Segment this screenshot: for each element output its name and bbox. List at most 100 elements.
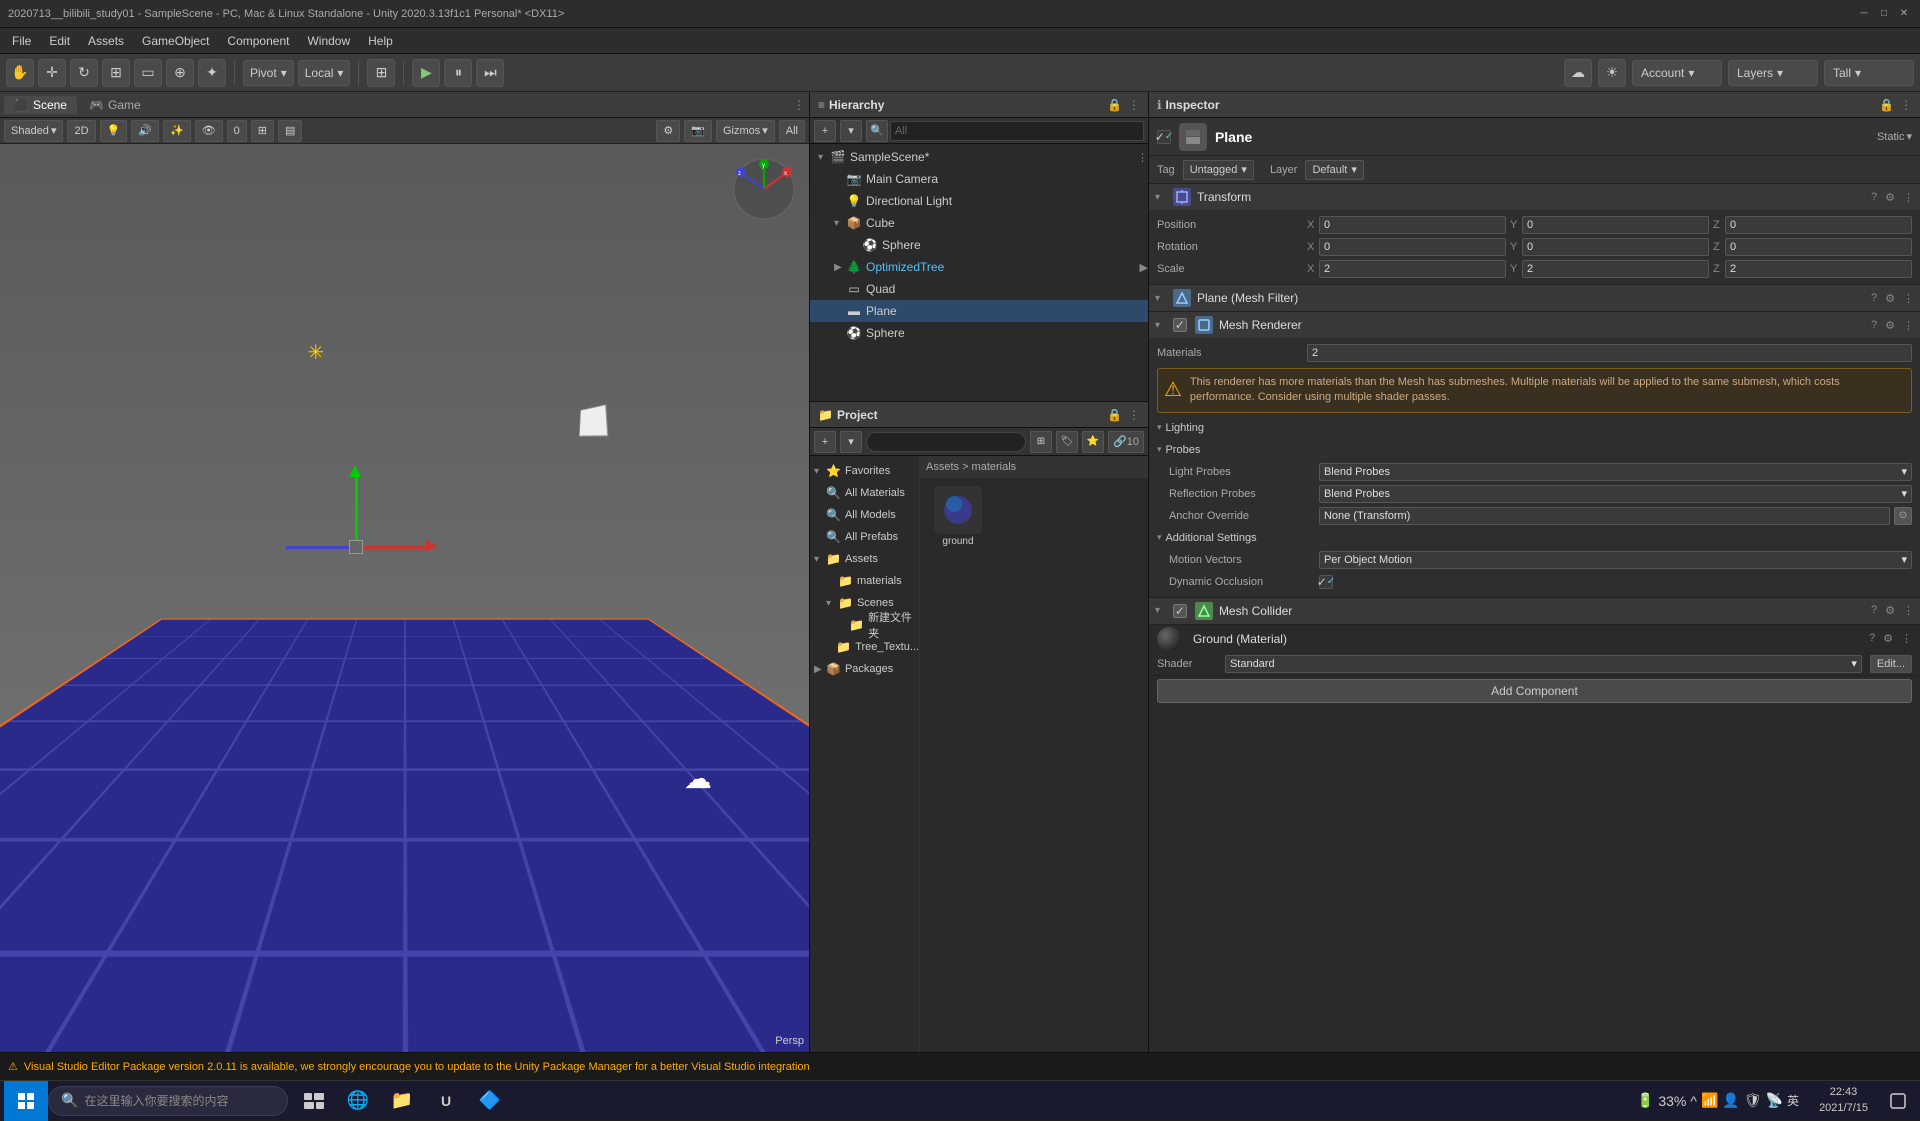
scale-z-field[interactable]: 2 xyxy=(1725,260,1912,278)
hierarchy-optimized-tree[interactable]: ▶ 🌲 OptimizedTree ▶ xyxy=(810,256,1148,278)
all-models-item[interactable]: 🔍 All Models xyxy=(810,504,919,526)
transform-tool-button[interactable]: ⊕ xyxy=(166,59,194,87)
hierarchy-sphere-2[interactable]: ⚽ Sphere xyxy=(810,322,1148,344)
edge-button[interactable]: 🌐 xyxy=(340,1083,376,1119)
inspector-lock-icon[interactable]: 🔒 xyxy=(1879,98,1894,112)
rotation-x-field[interactable]: 0 xyxy=(1319,238,1506,256)
hierarchy-quad[interactable]: ▭ Quad xyxy=(810,278,1148,300)
taskbar-search-box[interactable]: 🔍 在这里输入你要搜索的内容 xyxy=(48,1086,288,1116)
new-folder[interactable]: 📁 新建文件夹 xyxy=(810,614,919,636)
scale-y-field[interactable]: 2 xyxy=(1522,260,1709,278)
file-explorer-button[interactable]: 📁 xyxy=(384,1083,420,1119)
materials-count-field[interactable]: 2 xyxy=(1307,344,1912,362)
scene-visibility-btn[interactable]: 👁 xyxy=(195,120,223,142)
hierarchy-search-input[interactable] xyxy=(890,121,1144,141)
mesh-filter-header[interactable]: ▾ Plane (Mesh Filter) ? ⚙ ⋮ xyxy=(1149,285,1920,311)
scene-mode-btn[interactable]: ▤ xyxy=(278,120,302,142)
hierarchy-add-arrow[interactable]: ▾ xyxy=(840,120,862,142)
minimize-button[interactable]: ─ xyxy=(1856,6,1872,22)
system-clock[interactable]: 22:43 2021/7/15 xyxy=(1811,1085,1876,1116)
hierarchy-lock-icon[interactable]: 🔒 xyxy=(1107,98,1122,112)
probes-subsection[interactable]: ▾ Probes xyxy=(1149,439,1920,461)
project-add-button[interactable]: + xyxy=(814,431,836,453)
mesh-collider-help-icon[interactable]: ? xyxy=(1871,604,1877,617)
lighting-subsection[interactable]: ▾ Lighting xyxy=(1149,417,1920,439)
mesh-collider-settings-icon[interactable]: ⚙ xyxy=(1885,604,1895,617)
scale-tool-button[interactable]: ⊞ xyxy=(102,59,130,87)
mesh-collider-header[interactable]: ▾ ✓ Mesh Collider ? ⚙ ⋮ xyxy=(1149,598,1920,624)
mesh-renderer-checkbox[interactable]: ✓ xyxy=(1173,318,1187,332)
2d-button[interactable]: 2D xyxy=(67,120,95,142)
hierarchy-directional-light[interactable]: 💡 Directional Light xyxy=(810,190,1148,212)
project-add-arrow[interactable]: ▾ xyxy=(840,431,862,453)
project-star-btn[interactable]: ⭐ xyxy=(1082,431,1104,453)
scene-capture-btn[interactable]: 📷 xyxy=(684,120,712,142)
tree-expand-icon[interactable]: ▶ xyxy=(1139,261,1147,274)
shading-dropdown[interactable]: Shaded ▾ xyxy=(4,120,63,142)
step-button[interactable]: ⏭ xyxy=(476,59,504,87)
add-component-button[interactable]: Add Component xyxy=(1157,679,1912,703)
all-materials-item[interactable]: 🔍 All Materials xyxy=(810,482,919,504)
scene-grid-btn[interactable]: ⊞ xyxy=(251,120,274,142)
scene-settings-btn[interactable]: ⚙ xyxy=(656,120,680,142)
start-button[interactable] xyxy=(4,1081,48,1121)
rect-tool-button[interactable]: ▭ xyxy=(134,59,162,87)
move-tool-button[interactable]: ✛ xyxy=(38,59,66,87)
menu-gameobject[interactable]: GameObject xyxy=(134,32,217,50)
mesh-filter-help-icon[interactable]: ? xyxy=(1871,292,1877,305)
anchor-override-field[interactable]: None (Transform) xyxy=(1319,507,1890,525)
mesh-filter-settings-icon[interactable]: ⚙ xyxy=(1885,292,1895,305)
hierarchy-plane[interactable]: ▬ Plane xyxy=(810,300,1148,322)
dynamic-occlusion-checkbox[interactable]: ✓ xyxy=(1319,575,1333,589)
scene-menu[interactable]: ⋮ xyxy=(1137,151,1148,164)
static-toggle[interactable]: Static ▾ xyxy=(1877,130,1912,143)
ground-mat-menu-icon[interactable]: ⋮ xyxy=(1901,632,1912,645)
position-z-field[interactable]: 0 xyxy=(1725,216,1912,234)
maximize-button[interactable]: □ xyxy=(1876,6,1892,22)
additional-settings-subsection[interactable]: ▾ Additional Settings xyxy=(1149,527,1920,549)
lighting-button[interactable]: 💡 xyxy=(100,120,128,142)
favorites-item[interactable]: ▾ ⭐ Favorites xyxy=(810,460,919,482)
shader-dropdown[interactable]: Standard ▾ xyxy=(1225,655,1862,673)
project-filter-btn[interactable]: ⊞ xyxy=(1030,431,1052,453)
transform-menu-icon[interactable]: ⋮ xyxy=(1903,191,1914,204)
collab-button[interactable]: ☁ xyxy=(1564,59,1592,87)
scene-tab-menu[interactable]: ⋮ xyxy=(793,98,805,112)
anchor-select-btn[interactable]: ⊙ xyxy=(1894,507,1912,525)
assets-folder[interactable]: ▾ 📁 Assets xyxy=(810,548,919,570)
menu-edit[interactable]: Edit xyxy=(41,32,78,50)
task-view-button[interactable] xyxy=(296,1083,332,1119)
effects-button[interactable]: ✨ xyxy=(163,120,191,142)
gizmos-dropdown[interactable]: Gizmos ▾ xyxy=(716,120,775,142)
layers-dropdown[interactable]: Layers ▾ xyxy=(1728,60,1818,86)
rotation-y-field[interactable]: 0 xyxy=(1522,238,1709,256)
light-probes-dropdown[interactable]: Blend Probes ▾ xyxy=(1319,463,1912,481)
menu-help[interactable]: Help xyxy=(360,32,401,50)
game-tab[interactable]: 🎮 Game xyxy=(79,96,151,114)
unity-taskbar-button[interactable]: U xyxy=(428,1083,464,1119)
audio-button[interactable]: 🔊 xyxy=(131,120,159,142)
ground-mat-help-icon[interactable]: ? xyxy=(1869,632,1875,645)
hierarchy-menu-icon[interactable]: ⋮ xyxy=(1128,98,1140,112)
project-search-input[interactable] xyxy=(866,432,1026,452)
mesh-renderer-help-icon[interactable]: ? xyxy=(1871,319,1877,332)
expand-tray-icon[interactable]: ^ xyxy=(1690,1093,1697,1109)
mesh-collider-checkbox[interactable]: ✓ xyxy=(1173,604,1187,618)
ground-asset[interactable]: ground xyxy=(928,486,988,547)
custom-tool-button[interactable]: ✦ xyxy=(198,59,226,87)
play-button[interactable]: ▶ xyxy=(412,59,440,87)
scene-tab[interactable]: ⬛ Scene xyxy=(4,96,77,114)
menu-component[interactable]: Component xyxy=(219,32,297,50)
hierarchy-sample-scene[interactable]: ▾ 🎬 SampleScene* ⋮ xyxy=(810,146,1148,168)
ground-mat-settings-icon[interactable]: ⚙ xyxy=(1883,632,1893,645)
inspector-menu-icon[interactable]: ⋮ xyxy=(1900,98,1912,112)
layer-dropdown[interactable]: Default ▾ xyxy=(1305,160,1363,180)
tag-dropdown[interactable]: Untagged ▾ xyxy=(1183,160,1254,180)
account-dropdown[interactable]: Account ▾ xyxy=(1632,60,1722,86)
reflection-probes-dropdown[interactable]: Blend Probes ▾ xyxy=(1319,485,1912,503)
local-dropdown[interactable]: Local ▾ xyxy=(298,60,351,86)
transform-header[interactable]: ▾ Transform ? ⚙ ⋮ xyxy=(1149,184,1920,210)
menu-window[interactable]: Window xyxy=(299,32,358,50)
materials-folder[interactable]: 📁 materials xyxy=(810,570,919,592)
motion-vectors-dropdown[interactable]: Per Object Motion ▾ xyxy=(1319,551,1912,569)
